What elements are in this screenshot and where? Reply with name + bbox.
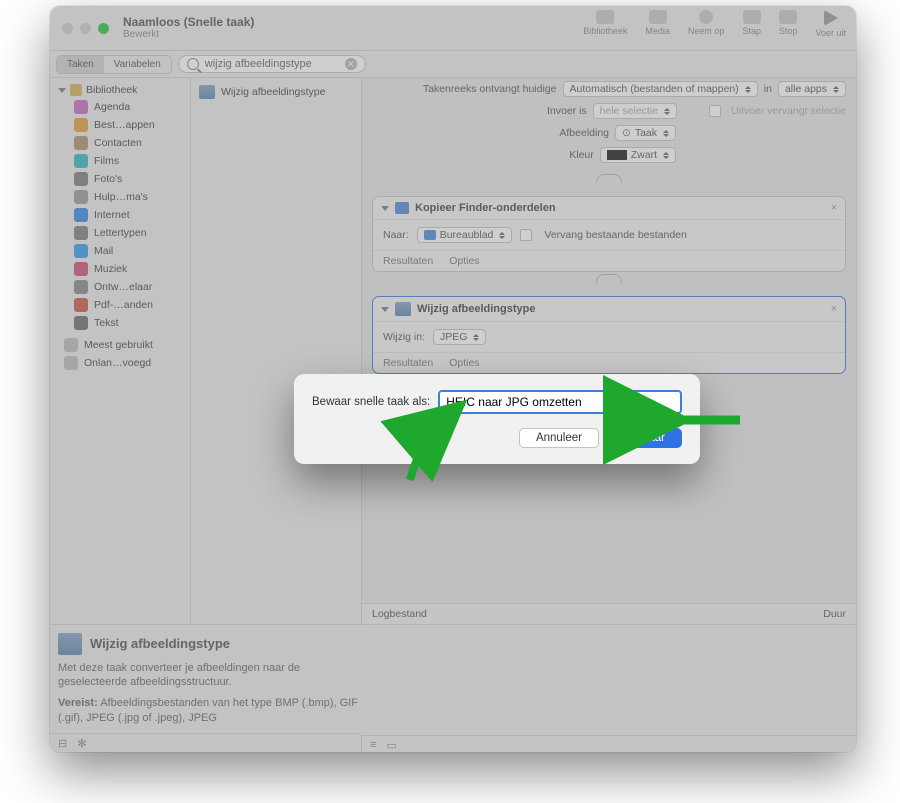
sheet-row: Bewaar snelle taak als: <box>312 390 682 414</box>
save-as-label: Bewaar snelle taak als: <box>312 396 430 408</box>
cancel-button[interactable]: Annuleer <box>519 428 599 448</box>
save-name-input[interactable] <box>438 390 682 414</box>
save-button[interactable]: Bewaar <box>609 428 682 448</box>
sheet-buttons: Annuleer Bewaar <box>312 428 682 448</box>
save-sheet: Bewaar snelle taak als: Annuleer Bewaar <box>294 374 700 464</box>
automator-window: Naamloos (Snelle taak) Bewerkt Bibliothe… <box>50 6 856 752</box>
